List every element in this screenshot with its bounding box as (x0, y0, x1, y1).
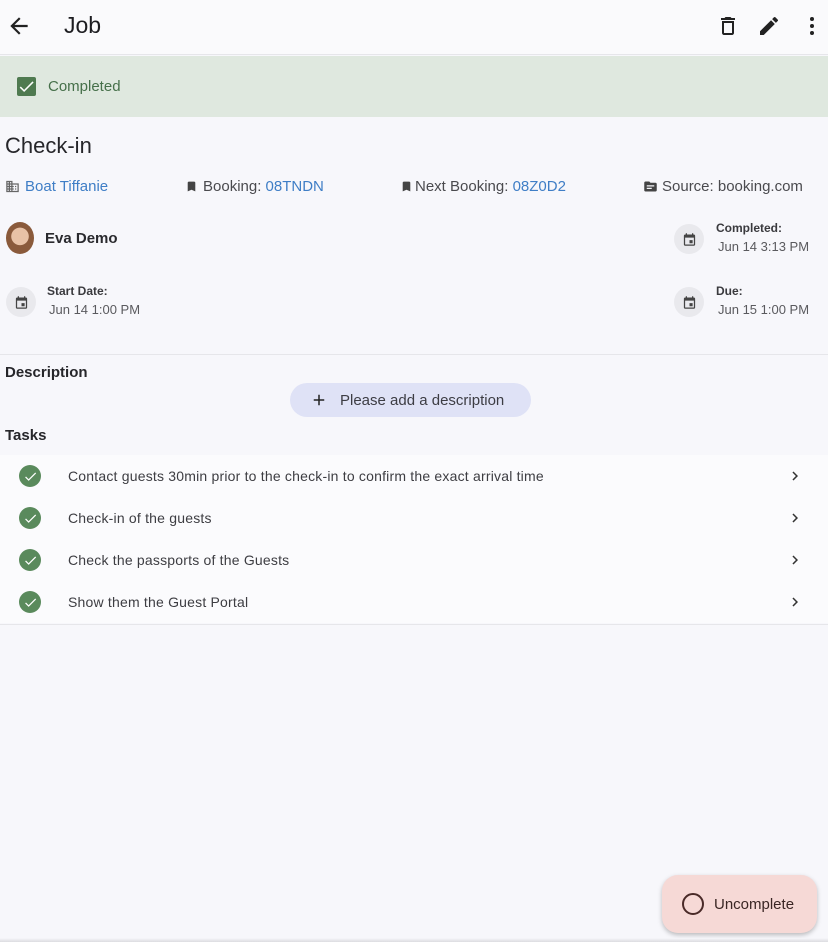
divider (0, 624, 828, 625)
job-title: Check-in (5, 133, 92, 158)
edit-icon[interactable] (757, 14, 781, 38)
circle-outline-icon (682, 893, 704, 915)
bottom-edge (0, 938, 828, 942)
completed-value: Jun 14 3:13 PM (718, 239, 810, 254)
chevron-right-icon (792, 513, 798, 523)
booking-code-link[interactable]: 08TNDN (266, 178, 324, 195)
task-list: Contact guests 30min prior to the check-… (0, 455, 828, 623)
status-label: Completed (48, 78, 121, 95)
property-name[interactable]: Boat Tiffanie (25, 178, 108, 195)
next-booking-code-link[interactable]: 08Z0D2 (513, 178, 566, 195)
calendar-icon (674, 224, 704, 254)
calendar-icon (674, 287, 704, 317)
task-label: Contact guests 30min prior to the check-… (68, 468, 544, 484)
back-arrow-icon[interactable] (6, 13, 32, 39)
task-item[interactable]: Check-in of the guests (0, 497, 828, 539)
add-description-label: Please add a description (340, 391, 505, 409)
more-vert-icon[interactable] (800, 14, 824, 38)
task-label: Check the passports of the Guests (68, 552, 290, 568)
source-label: Source: booking.com (662, 178, 803, 195)
source-info: Source: booking.com (643, 178, 803, 195)
assignee[interactable]: Eva Demo (6, 222, 118, 254)
property-link[interactable]: Boat Tiffanie (5, 178, 108, 195)
due-value: Jun 15 1:00 PM (718, 302, 810, 317)
uncomplete-label: Uncomplete (714, 895, 795, 913)
start-date-value: Jun 14 1:00 PM (49, 302, 141, 317)
check-circle-icon[interactable] (19, 549, 41, 571)
avatar (6, 222, 34, 254)
completed-label: Completed: (716, 221, 782, 235)
assignee-name: Eva Demo (45, 229, 118, 247)
task-item[interactable]: Contact guests 30min prior to the check-… (0, 455, 828, 497)
chevron-right-icon (792, 597, 798, 607)
booking-info: Booking: 08TNDN (185, 178, 324, 195)
building-icon (6, 180, 19, 193)
bookmark-icon (187, 181, 196, 192)
plus-icon (313, 394, 325, 406)
task-item[interactable]: Show them the Guest Portal (0, 581, 828, 623)
app-bar: Job (0, 0, 828, 55)
page-title: Job (64, 12, 102, 38)
description-heading: Description (5, 364, 88, 381)
start-date-label: Start Date: (47, 284, 108, 298)
uncomplete-button[interactable]: Uncomplete (662, 875, 817, 933)
next-booking-info: Next Booking: 08Z0D2 (400, 178, 566, 195)
task-label: Show them the Guest Portal (68, 594, 249, 610)
chevron-right-icon (792, 555, 798, 565)
divider (0, 354, 828, 355)
tasks-heading: Tasks (5, 427, 47, 444)
check-circle-icon[interactable] (19, 507, 41, 529)
delete-icon[interactable] (716, 14, 740, 38)
check-circle-icon[interactable] (19, 591, 41, 613)
add-description-button[interactable]: Please add a description (290, 383, 531, 417)
check-circle-icon[interactable] (19, 465, 41, 487)
status-banner: Completed (0, 56, 828, 117)
task-label: Check-in of the guests (68, 510, 212, 526)
folder-icon (644, 181, 657, 192)
chevron-right-icon (792, 471, 798, 481)
due-label: Due: (716, 284, 743, 298)
task-item[interactable]: Check the passports of the Guests (0, 539, 828, 581)
booking-label: Booking: (203, 178, 266, 195)
checkbox-checked-icon (17, 77, 36, 96)
bookmark-icon (402, 181, 411, 192)
calendar-icon (6, 287, 36, 317)
next-booking-label: Next Booking: (415, 178, 513, 195)
